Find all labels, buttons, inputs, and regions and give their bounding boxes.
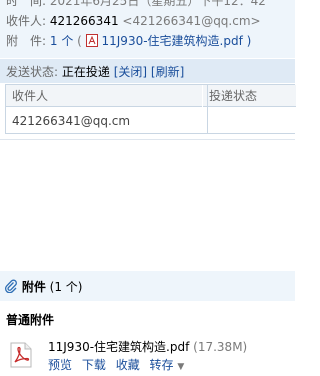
table-cell-recipient: 421266341@qq.cm <box>12 114 131 128</box>
recipient-email: <421266341@qq.cm> <box>122 14 261 28</box>
attachments-count: (1 个) <box>49 280 83 294</box>
attachments-title-row: 附件 (1 个) <box>4 279 83 294</box>
column-header-recipient: 收件人 <box>6 85 202 107</box>
attachment-item: 11J930-住宅建筑构造.pdf (17.38M) 预览 下载 收藏 转存 ▼ <box>8 340 293 374</box>
attachment-label: 附 件: <box>6 34 47 48</box>
recipient-name[interactable]: 421266341 <box>50 14 119 28</box>
attachment-count-link[interactable]: 1 个 <box>50 34 73 48</box>
attachments-title: 附件 <box>21 280 46 294</box>
attachment-paren-close: ) <box>246 34 252 48</box>
time-label: 时 间: <box>6 0 47 8</box>
column-header-status: 投递状态 <box>203 85 296 107</box>
send-status-label: 发送状态: <box>6 65 59 79</box>
delivery-table: 收件人 投递状态 421266341@qq.cm <box>5 84 296 134</box>
save-to-link[interactable]: 转存 <box>150 358 174 372</box>
table-cell-status <box>203 108 296 134</box>
chevron-down-icon[interactable]: ▼ <box>177 362 184 372</box>
attachment-file-size: (17.38M) <box>193 340 248 354</box>
refresh-link[interactable]: [刷新] <box>151 65 184 79</box>
attachment-name-row: 11J930-住宅建筑构造.pdf (17.38M) <box>48 340 247 354</box>
normal-attachments-label: 普通附件 <box>6 313 55 327</box>
attachments-bar: 附件 (1 个) <box>0 271 295 301</box>
recipient-label: 收件人: <box>6 14 47 28</box>
favorite-link[interactable]: 收藏 <box>116 358 140 372</box>
pdf-file-icon[interactable] <box>10 342 32 368</box>
time-row: 时 间: 2021年6月25日（星期五）下午12：42 <box>6 0 266 8</box>
send-status-bar: 发送状态: 正在投递 [关闭] [刷新] <box>0 59 295 83</box>
attachment-file-name[interactable]: 11J930-住宅建筑构造.pdf <box>48 340 189 354</box>
recipient-row: 收件人: 421266341 <421266341@qq.cm> <box>6 14 261 28</box>
attachment-actions: 预览 下载 收藏 转存 ▼ <box>48 358 184 374</box>
mail-header: 时 间: 2021年6月25日（星期五）下午12：42 收件人: 4212663… <box>0 0 295 58</box>
pdf-icon <box>85 34 98 47</box>
preview-link[interactable]: 预览 <box>48 358 72 372</box>
time-value: 2021年6月25日（星期五）下午12：42 <box>49 0 266 8</box>
attachment-file-link[interactable]: 11J930-住宅建筑构造.pdf <box>102 34 243 48</box>
attachment-row: 附 件: 1 个 ( 11J930-住宅建筑构造.pdf ) <box>6 34 251 48</box>
download-link[interactable]: 下载 <box>82 358 106 372</box>
send-status-row: 发送状态: 正在投递 [关闭] [刷新] <box>6 65 184 79</box>
table-bottom-line <box>0 139 295 140</box>
send-status-value: 正在投递 <box>61 65 110 79</box>
close-link[interactable]: [关闭] <box>114 65 147 79</box>
paperclip-icon <box>4 279 17 293</box>
attachment-paren-open: ( <box>77 34 82 48</box>
